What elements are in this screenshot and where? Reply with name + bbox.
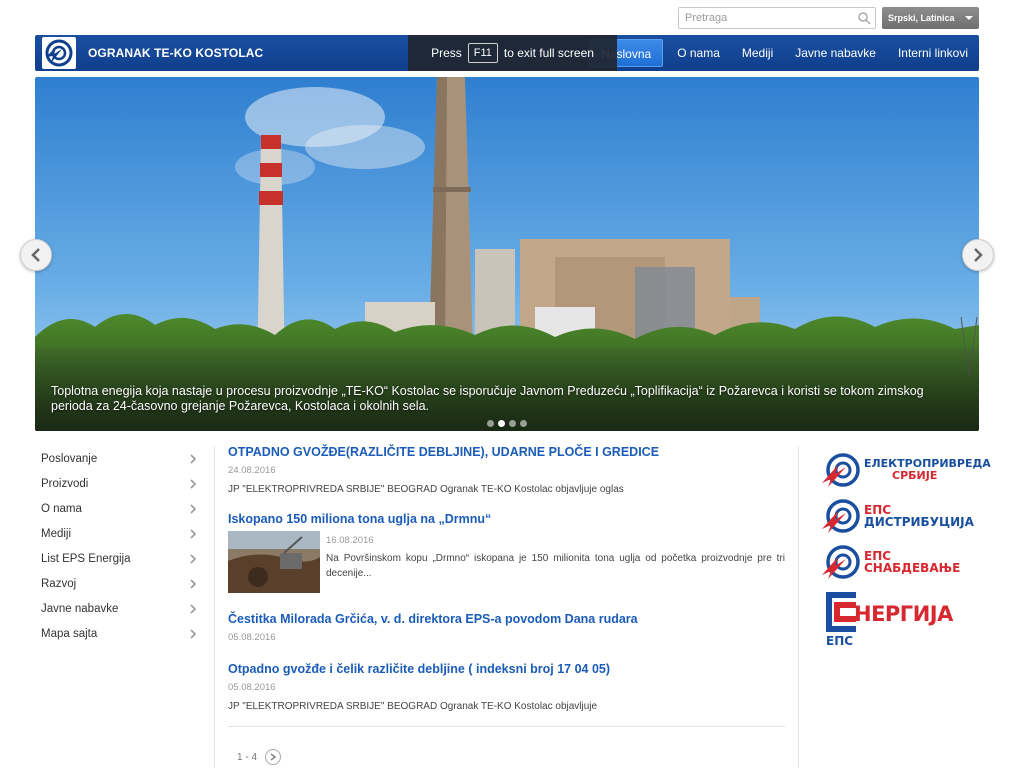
fullscreen-message: to exit full screen bbox=[503, 46, 594, 60]
sidebar-item-javne-nabavke[interactable]: Javne nabavke bbox=[35, 596, 205, 621]
chevron-right-icon bbox=[190, 603, 197, 614]
sidebar-item-mediji[interactable]: Mediji bbox=[35, 521, 205, 546]
slider-dot[interactable] bbox=[509, 420, 516, 427]
fullscreen-notice: Press F11 to exit full screen bbox=[408, 35, 617, 71]
search-icon[interactable] bbox=[857, 11, 871, 25]
language-select-value: Srpski, Latinica bbox=[888, 13, 955, 23]
search-box[interactable] bbox=[678, 7, 876, 29]
sidebar-item-label: Javne nabavke bbox=[41, 602, 119, 615]
chevron-right-icon bbox=[190, 553, 197, 564]
news-item: OTPADNO GVOŽĐE(RAZLIČITE DEBLJINE), UDAR… bbox=[228, 444, 785, 497]
pager-range: 1 - 4 bbox=[237, 751, 258, 763]
sidebar-item-label: O nama bbox=[41, 502, 82, 515]
brand-line2: СРБИЈЕ bbox=[892, 469, 938, 482]
news-title-link[interactable]: Iskopano 150 miliona tona uglja na „Drmn… bbox=[228, 511, 785, 527]
news-title-link[interactable]: OTPADNO GVOŽĐE(RAZLIČITE DEBLJINE), UDAR… bbox=[228, 444, 785, 460]
news-summary: JP "ELEKTROPRIVREDA SRBIJE" BEOGRAD Ogra… bbox=[228, 701, 598, 712]
sidebar-menu: Poslovanje Proizvodi O nama Mediji List … bbox=[35, 446, 205, 646]
fullscreen-key: F11 bbox=[467, 43, 498, 63]
slider-dot-active[interactable] bbox=[498, 420, 505, 427]
news-separator bbox=[228, 726, 785, 727]
news-title-link[interactable]: Čestitka Milorada Grčića, v. d. direktor… bbox=[228, 611, 785, 627]
news-item: Čestitka Milorada Grčića, v. d. direktor… bbox=[228, 611, 785, 643]
site-logo[interactable] bbox=[42, 37, 76, 69]
chevron-right-icon bbox=[190, 503, 197, 514]
brand-text: ЕПС ДИСТРИБУЦИЈА bbox=[864, 504, 974, 528]
language-select[interactable]: Srpski, Latinica bbox=[882, 7, 979, 29]
news-date: 16.08.2016 bbox=[326, 535, 374, 546]
news-summary: JP "ELEKTROPRIVREDA SRBIJE" BEOGRAD Ogra… bbox=[228, 484, 624, 495]
chevron-down-icon bbox=[965, 16, 973, 20]
brand-line2: СНАБДЕВАЊЕ bbox=[864, 561, 961, 575]
news-title-link[interactable]: Otpadno gvožđe i čelik različite debljin… bbox=[228, 661, 785, 677]
nav-item-javne-nabavke[interactable]: Javne nabavke bbox=[784, 39, 887, 67]
sidebar-item-poslovanje[interactable]: Poslovanje bbox=[35, 446, 205, 471]
sidebar-item-label: Mapa sajta bbox=[41, 627, 98, 640]
nav-item-interni-linkovi[interactable]: Interni linkovi bbox=[887, 39, 979, 67]
sidebar-item-list-eps-energija[interactable]: List EPS Energija bbox=[35, 546, 205, 571]
nav-item-o-nama[interactable]: O nama bbox=[666, 39, 731, 67]
nav-item-mediji[interactable]: Mediji bbox=[731, 39, 784, 67]
news-date: 05.08.2016 bbox=[228, 632, 276, 643]
sidebar-item-mapa-sajta[interactable]: Mapa sajta bbox=[35, 621, 205, 646]
pager-next-button[interactable] bbox=[265, 749, 282, 765]
main-nav: Naslovna O nama Mediji Javne nabavke Int… bbox=[589, 35, 979, 71]
slider-dot[interactable] bbox=[520, 420, 527, 427]
chevron-right-icon bbox=[270, 753, 277, 761]
pagination: 1 - 4 bbox=[237, 749, 282, 765]
news-list: OTPADNO GVOŽĐE(RAZLIČITE DEBLJINE), UDAR… bbox=[228, 444, 785, 728]
brand-link-eps-snabdevanje[interactable]: ЕПС СНАБДЕВАЊЕ bbox=[822, 543, 960, 581]
slider-dot[interactable] bbox=[487, 420, 494, 427]
slider-prev-button[interactable] bbox=[20, 239, 52, 271]
sidebar-item-label: Razvoj bbox=[41, 577, 77, 590]
site-title[interactable]: OGRANAK TE-KO KOSTOLAC bbox=[88, 35, 263, 71]
sidebar-item-o-nama[interactable]: O nama bbox=[35, 496, 205, 521]
chevron-right-icon bbox=[190, 578, 197, 589]
brand-text: ЕЛЕКТРОПРИВРЕДА СРБИЈЕ bbox=[864, 458, 991, 482]
chevron-right-icon bbox=[190, 478, 197, 489]
chevron-right-icon bbox=[190, 528, 197, 539]
brand-text: ЕПС СНАБДЕВАЊЕ bbox=[864, 550, 960, 574]
hero-slider[interactable]: Toplotna enegija koja nastaje u procesu … bbox=[35, 77, 979, 431]
excavator-image bbox=[228, 531, 320, 593]
news-item: Otpadno gvožđe i čelik različite debljin… bbox=[228, 661, 785, 714]
brand-link-eps-distribucija[interactable]: ЕПС ДИСТРИБУЦИЈА bbox=[822, 497, 974, 535]
chevron-right-icon bbox=[190, 453, 197, 464]
brand-line2: ДИСТРИБУЦИЈА bbox=[864, 515, 974, 529]
eps-logo-icon bbox=[822, 453, 860, 487]
brand-link-eps-energija[interactable]: НЕРГИЈА ЕПС bbox=[824, 590, 964, 650]
slider-dots bbox=[487, 420, 527, 427]
sidebar-item-label: Mediji bbox=[41, 527, 72, 540]
eps-logo-icon bbox=[822, 499, 860, 533]
search-input[interactable] bbox=[685, 8, 855, 28]
slide-caption: Toplotna enegija koja nastaje u procesu … bbox=[51, 384, 924, 413]
sidebar-item-label: Poslovanje bbox=[41, 452, 98, 465]
energija-wordmark: НЕРГИЈА bbox=[854, 602, 953, 626]
news-item: Iskopano 150 miliona tona uglja na „Drmn… bbox=[228, 511, 785, 593]
eps-logo-icon bbox=[822, 545, 860, 579]
news-summary: Na Površinskom kopu „Drmno“ iskopana je … bbox=[326, 553, 785, 579]
news-thumbnail[interactable] bbox=[228, 531, 320, 593]
news-date: 24.08.2016 bbox=[228, 465, 276, 476]
sidebar-item-label: List EPS Energija bbox=[41, 552, 131, 565]
sidebar-item-label: Proizvodi bbox=[41, 477, 89, 490]
energija-eps-label: ЕПС bbox=[826, 634, 854, 648]
brand-link-eps[interactable]: ЕЛЕКТРОПРИВРЕДА СРБИЈЕ bbox=[822, 451, 991, 489]
chevron-right-icon bbox=[974, 248, 983, 262]
column-divider bbox=[798, 446, 799, 768]
sidebar-item-proizvodi[interactable]: Proizvodi bbox=[35, 471, 205, 496]
chevron-left-icon bbox=[31, 248, 40, 262]
column-divider bbox=[214, 446, 215, 768]
slider-next-button[interactable] bbox=[962, 239, 994, 271]
eps-logo-icon bbox=[43, 38, 75, 68]
chevron-right-icon bbox=[190, 628, 197, 639]
fullscreen-press-text: Press bbox=[431, 46, 462, 60]
sidebar-item-razvoj[interactable]: Razvoj bbox=[35, 571, 205, 596]
news-date: 05.08.2016 bbox=[228, 682, 276, 693]
